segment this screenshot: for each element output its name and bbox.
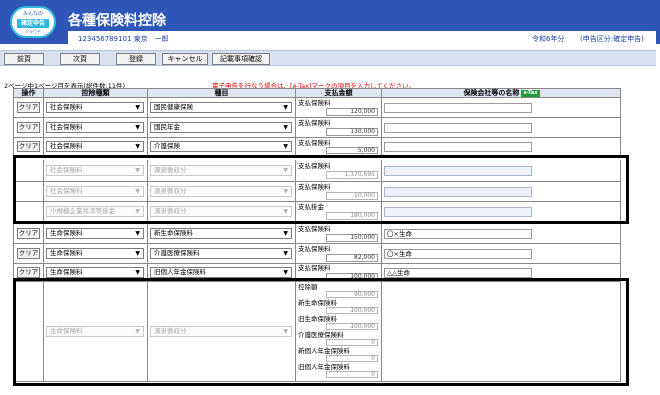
highlight-frame-life-insurance bbox=[13, 278, 629, 386]
amount-label: 支払保険料 bbox=[298, 264, 331, 272]
chevron-down-icon: ▼ bbox=[283, 104, 288, 111]
col-company-label: 保険会社等の名称 bbox=[463, 89, 520, 97]
logo-text-top: みんなの bbox=[22, 11, 43, 17]
item-select[interactable]: 旧個人年金保険料 ▼ bbox=[150, 267, 292, 278]
amount-label: 支払保険料 bbox=[298, 139, 331, 147]
clear-button[interactable]: クリア bbox=[17, 141, 40, 152]
deduction-type-select[interactable]: 生命保険料 ▼ bbox=[46, 248, 144, 259]
chevron-down-icon: ▼ bbox=[283, 250, 288, 257]
chevron-down-icon: ▼ bbox=[283, 124, 288, 131]
filing-category: (申告区分:確定申告) bbox=[580, 35, 644, 43]
item-select[interactable]: 介護保険 ▼ bbox=[150, 141, 292, 152]
deduction-type-select[interactable]: 社会保険料 ▼ bbox=[46, 141, 144, 152]
logo-text-mid: 確定申告 bbox=[17, 19, 49, 28]
company-input[interactable]: △△生命 bbox=[384, 268, 532, 278]
chevron-down-icon: ▼ bbox=[283, 230, 288, 237]
chevron-down-icon: ▼ bbox=[135, 104, 140, 111]
next-page-button[interactable]: 次頁 bbox=[60, 53, 100, 65]
chevron-down-icon: ▼ bbox=[283, 269, 288, 276]
company-input[interactable]: 〇×生命 bbox=[384, 249, 532, 259]
deduction-type-select[interactable]: 社会保険料 ▼ bbox=[46, 102, 144, 113]
item-select[interactable]: 新生命保険料 ▼ bbox=[150, 228, 292, 239]
col-deduction-type: 控除種類 bbox=[44, 89, 148, 97]
amount-input[interactable]: 150,000 bbox=[326, 234, 378, 242]
table-row: クリア 生命保険料 ▼ 介護医療保険料 ▼ 支払保険料 82,000 〇×生命 bbox=[13, 244, 621, 264]
item-select[interactable]: 介護医療保険料 ▼ bbox=[150, 248, 292, 259]
deduction-type-select[interactable]: 社会保険料 ▼ bbox=[46, 122, 144, 133]
app-header: みんなの 確定申告 クラウド 各種保険料控除 123456789101 東京 一… bbox=[0, 0, 660, 44]
amount-label: 支払保険料 bbox=[298, 99, 331, 107]
highlight-frame-withholding bbox=[13, 155, 629, 224]
prev-page-button[interactable]: 前頁 bbox=[4, 53, 44, 65]
amount-label: 支払保険料 bbox=[298, 119, 331, 127]
company-input[interactable] bbox=[384, 142, 532, 152]
chevron-down-icon: ▼ bbox=[283, 143, 288, 150]
item-select[interactable]: 国民健康保険 ▼ bbox=[150, 102, 292, 113]
check-entries-button[interactable]: 記載事項確認 bbox=[212, 53, 270, 65]
amount-label: 支払保険料 bbox=[298, 245, 331, 253]
clear-button[interactable]: クリア bbox=[17, 102, 40, 113]
deduction-type-select[interactable]: 生命保険料 ▼ bbox=[46, 228, 144, 239]
chevron-down-icon: ▼ bbox=[135, 143, 140, 150]
table-row: クリア 社会保険料 ▼ 国民年金 ▼ 支払保険料 130,000 bbox=[13, 118, 621, 138]
company-input[interactable]: 〇×生命 bbox=[384, 229, 532, 239]
chevron-down-icon: ▼ bbox=[135, 230, 140, 237]
item-select[interactable]: 国民年金 ▼ bbox=[150, 122, 292, 133]
amount-input[interactable]: 130,000 bbox=[326, 128, 378, 136]
chevron-down-icon: ▼ bbox=[135, 269, 140, 276]
page-title: 各種保険料控除 bbox=[68, 13, 166, 29]
table-header: 操作 控除種類 種目 支払金額 保険会社等の名称 e-Tax bbox=[13, 88, 621, 98]
company-input[interactable] bbox=[384, 103, 532, 113]
table-row: クリア 生命保険料 ▼ 新生命保険料 ▼ 支払保険料 150,000 〇×生命 bbox=[13, 224, 621, 244]
amount-label: 支払保険料 bbox=[298, 225, 331, 233]
toolbar: 前頁 次頁 登録 キャンセル 記載事項確認 bbox=[0, 50, 656, 66]
col-company: 保険会社等の名称 e-Tax bbox=[382, 89, 621, 97]
register-button[interactable]: 登録 bbox=[116, 53, 156, 65]
deduction-type-select[interactable]: 生命保険料 ▼ bbox=[46, 267, 144, 278]
cancel-button[interactable]: キャンセル bbox=[162, 53, 208, 65]
logo-text-bottom: クラウド bbox=[25, 29, 41, 34]
chevron-down-icon: ▼ bbox=[135, 124, 140, 131]
company-input[interactable] bbox=[384, 123, 532, 133]
amount-input[interactable]: 120,000 bbox=[326, 108, 378, 116]
col-amount: 支払金額 bbox=[296, 89, 382, 97]
user-info-bar: 123456789101 東京 一郎 令和6年分 (申告区分:確定申告) bbox=[68, 31, 656, 44]
chevron-down-icon: ▼ bbox=[135, 250, 140, 257]
table-row: クリア 社会保険料 ▼ 国民健康保険 ▼ 支払保険料 120,000 bbox=[13, 98, 621, 118]
app-logo: みんなの 確定申告 クラウド bbox=[10, 6, 56, 38]
tax-year: 令和6年分 bbox=[532, 35, 565, 43]
clear-button[interactable]: クリア bbox=[17, 122, 40, 133]
amount-input[interactable]: 5,000 bbox=[326, 147, 378, 154]
etax-mark: e-Tax bbox=[521, 89, 540, 97]
table-row: クリア 社会保険料 ▼ 介護保険 ▼ 支払保険料 5,000 bbox=[13, 138, 621, 156]
clear-button[interactable]: クリア bbox=[17, 248, 40, 259]
col-item: 種目 bbox=[148, 89, 296, 97]
clear-button[interactable]: クリア bbox=[17, 267, 40, 278]
col-operation: 操作 bbox=[14, 89, 44, 97]
clear-button[interactable]: クリア bbox=[17, 228, 40, 239]
amount-input[interactable]: 82,000 bbox=[326, 254, 378, 262]
user-id-name: 123456789101 東京 一郎 bbox=[78, 35, 169, 43]
